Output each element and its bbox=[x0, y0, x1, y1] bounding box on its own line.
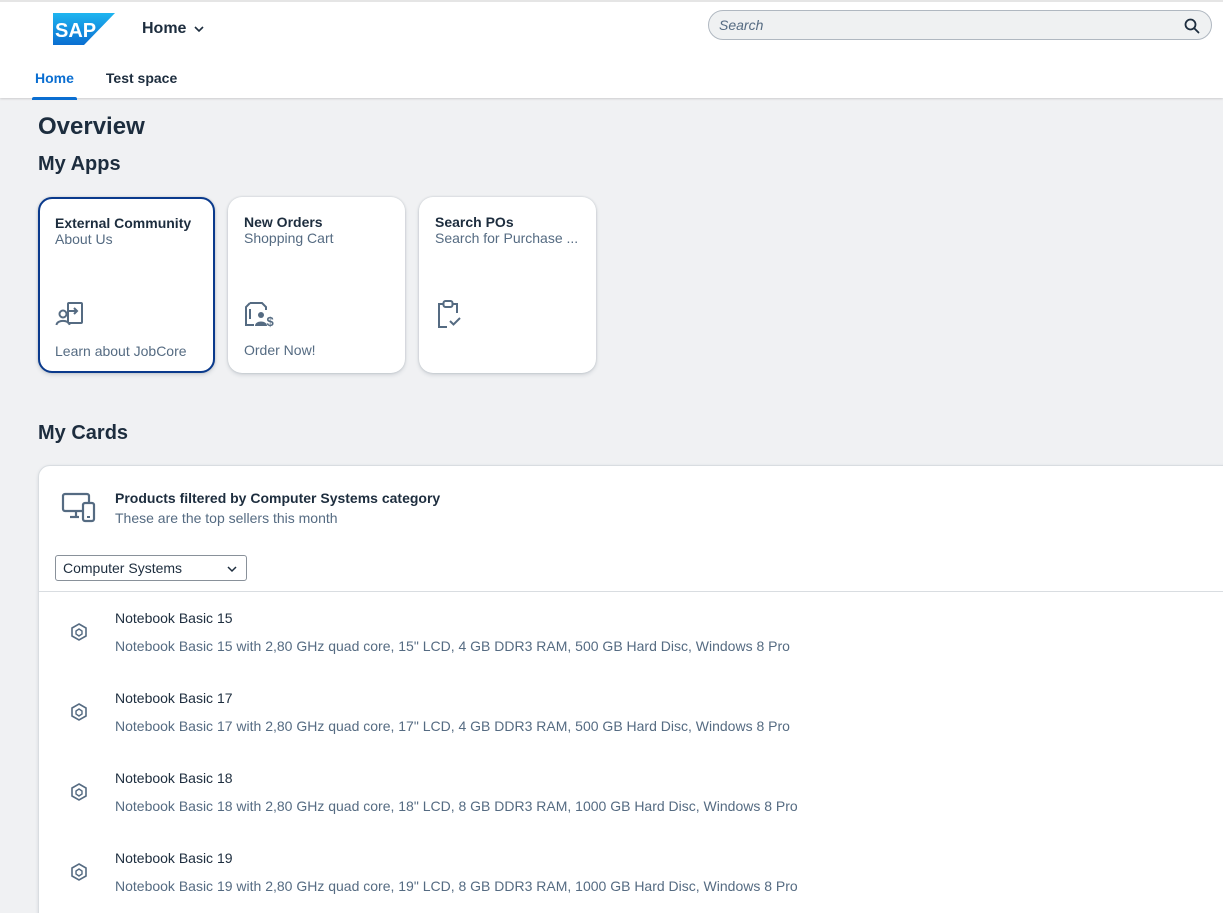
document-customer-money-icon: $ bbox=[245, 302, 275, 329]
list-item-description: Notebook Basic 18 with 2,80 GHz quad cor… bbox=[115, 798, 798, 814]
card-title: Products filtered by Computer Systems ca… bbox=[115, 490, 441, 506]
desktop-mobile-icon bbox=[61, 492, 96, 523]
tile-subtitle: About Us bbox=[55, 231, 113, 247]
tile-title: External Community bbox=[55, 215, 192, 231]
chevron-down-icon bbox=[194, 26, 205, 33]
list-item-title: Notebook Basic 15 bbox=[115, 610, 233, 626]
list-item-description: Notebook Basic 15 with 2,80 GHz quad cor… bbox=[115, 638, 790, 654]
list-item-description: Notebook Basic 19 with 2,80 GHz quad cor… bbox=[115, 878, 798, 894]
chevron-down-icon bbox=[227, 566, 237, 573]
space-tabs: Home Test space bbox=[32, 60, 206, 100]
shell-header: SAP Home Home Test space bbox=[0, 0, 1223, 100]
list-item[interactable]: Notebook Basic 17 Notebook Basic 17 with… bbox=[39, 673, 1223, 753]
list-item[interactable]: Notebook Basic 18 Notebook Basic 18 with… bbox=[39, 753, 1223, 833]
my-apps-heading: My Apps bbox=[38, 153, 121, 175]
search-input[interactable] bbox=[719, 15, 1169, 35]
person-arrow-icon bbox=[55, 302, 83, 326]
page-title: Overview bbox=[38, 113, 145, 140]
app-tile-external-community[interactable]: External Community About Us Learn about … bbox=[38, 197, 215, 373]
app-tile-search-pos[interactable]: Search POs Search for Purchase ... bbox=[419, 197, 596, 373]
products-card: Products filtered by Computer Systems ca… bbox=[38, 465, 1223, 913]
list-item[interactable]: Notebook Basic 19 Notebook Basic 19 with… bbox=[39, 833, 1223, 913]
tab-home[interactable]: Home bbox=[32, 60, 77, 100]
category-select-value: Computer Systems bbox=[63, 560, 183, 576]
home-menu-label: Home bbox=[142, 20, 187, 37]
product-icon bbox=[71, 863, 87, 881]
tile-title: Search POs bbox=[435, 214, 514, 230]
list-item[interactable]: Notebook Basic 15 Notebook Basic 15 with… bbox=[39, 593, 1223, 673]
list-item-description: Notebook Basic 17 with 2,80 GHz quad cor… bbox=[115, 718, 790, 734]
search-icon[interactable] bbox=[1184, 18, 1200, 34]
tile-title: New Orders bbox=[244, 214, 323, 230]
product-icon bbox=[71, 703, 87, 721]
tile-footer: Order Now! bbox=[244, 342, 316, 358]
list-item-title: Notebook Basic 19 bbox=[115, 850, 233, 866]
list-item-title: Notebook Basic 17 bbox=[115, 690, 233, 706]
home-menu-button[interactable]: Home bbox=[142, 20, 206, 38]
search-field[interactable] bbox=[708, 10, 1212, 40]
product-icon bbox=[71, 623, 87, 641]
product-icon bbox=[71, 783, 87, 801]
tile-footer: Learn about JobCore bbox=[55, 343, 187, 359]
card-subtitle: These are the top sellers this month bbox=[115, 510, 338, 526]
app-tile-new-orders[interactable]: New Orders Shopping Cart $ Order Now! bbox=[228, 197, 405, 373]
svg-text:$: $ bbox=[267, 314, 275, 329]
list-item-title: Notebook Basic 18 bbox=[115, 770, 233, 786]
tile-subtitle: Shopping Cart bbox=[244, 230, 334, 246]
tile-subtitle: Search for Purchase ... bbox=[435, 230, 579, 246]
logo-text: SAP bbox=[55, 20, 96, 42]
tab-test-space[interactable]: Test space bbox=[103, 60, 180, 100]
clipboard-check-icon bbox=[438, 300, 461, 328]
sap-logo[interactable]: SAP bbox=[53, 13, 115, 45]
my-cards-heading: My Cards bbox=[38, 422, 129, 444]
card-divider bbox=[39, 591, 1223, 592]
category-select[interactable]: Computer Systems bbox=[55, 555, 247, 581]
